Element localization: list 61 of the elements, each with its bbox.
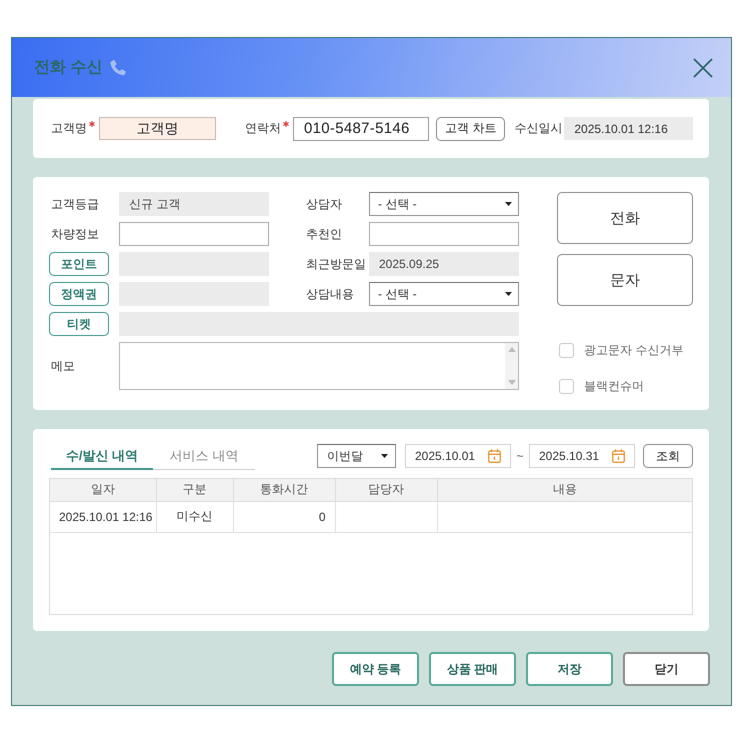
select-field[interactable]: - 선택 - bbox=[369, 192, 519, 216]
text-field[interactable] bbox=[119, 222, 269, 246]
action-button[interactable]: 문자 bbox=[557, 254, 693, 306]
customer-chart-button[interactable]: 고객 차트 bbox=[436, 116, 506, 140]
footer-button[interactable]: 닫기 bbox=[623, 652, 710, 686]
checkbox[interactable] bbox=[559, 343, 574, 358]
scrollbar[interactable] bbox=[505, 343, 518, 389]
tab[interactable]: 서비스 내역 bbox=[153, 444, 255, 470]
memo-field[interactable] bbox=[119, 342, 519, 390]
scroll-up-icon[interactable] bbox=[508, 347, 516, 352]
window-title: 전화 수신 bbox=[34, 58, 102, 78]
field-label: 연락처 bbox=[245, 120, 281, 137]
label-button[interactable]: 정액권 bbox=[49, 282, 109, 306]
field-label: 최근방문일 bbox=[306, 256, 366, 272]
field-label: 고객등급 bbox=[51, 196, 99, 212]
field-label: 상담자 bbox=[306, 196, 342, 212]
readonly-field: 2025.10.01 12:16 bbox=[564, 117, 693, 140]
checkbox-label: 블랙컨슈머 bbox=[584, 378, 644, 395]
footer-button[interactable]: 상품 판매 bbox=[429, 652, 516, 686]
column-header: 구분 bbox=[156, 479, 233, 501]
footer-button[interactable]: 저장 bbox=[526, 652, 613, 686]
date-field[interactable]: 2025.10.31 bbox=[529, 444, 635, 468]
name-field[interactable]: 고객명 bbox=[99, 117, 216, 140]
calendar-icon bbox=[488, 449, 501, 463]
range-separator: ~ bbox=[515, 449, 524, 463]
label-button[interactable]: 포인트 bbox=[49, 252, 109, 276]
table-cell: 0 bbox=[233, 501, 335, 532]
column-header: 담당자 bbox=[335, 479, 437, 501]
caret-icon bbox=[381, 454, 388, 458]
tab[interactable]: 수/발신 내역 bbox=[51, 444, 153, 470]
period-select[interactable]: 이번달 bbox=[317, 444, 396, 468]
field-label: 차량정보 bbox=[51, 226, 99, 242]
close-icon bbox=[693, 58, 713, 78]
search-button[interactable]: 조회 bbox=[643, 444, 693, 468]
footer-button[interactable]: 예약 등록 bbox=[332, 652, 419, 686]
caret-icon bbox=[505, 292, 512, 296]
column-header: 일자 bbox=[50, 479, 156, 501]
checkbox[interactable] bbox=[559, 379, 574, 394]
action-button[interactable]: 전화 bbox=[557, 192, 693, 244]
field-label: 추천인 bbox=[306, 226, 342, 242]
column-header: 내용 bbox=[437, 479, 692, 501]
table-cell: 미수신 bbox=[156, 501, 233, 532]
select-field[interactable]: - 선택 - bbox=[369, 282, 519, 306]
field-label: 수신일시 bbox=[514, 120, 562, 137]
field-label: 상담내용 bbox=[306, 286, 354, 302]
caret-icon bbox=[505, 202, 512, 206]
readonly-field: 2025.09.25 bbox=[369, 252, 519, 276]
label-button[interactable]: 티켓 bbox=[49, 312, 109, 336]
field-label: 메모 bbox=[51, 358, 75, 374]
table-cell: 2025.10.01 12:16 bbox=[50, 501, 156, 532]
column-header: 통화시간 bbox=[233, 479, 335, 501]
phone-icon bbox=[110, 60, 126, 76]
phone-field[interactable]: 010-5487-5146 bbox=[293, 116, 429, 140]
readonly-field: 신규 고객 bbox=[119, 192, 269, 216]
close-button[interactable] bbox=[693, 58, 713, 78]
date-field[interactable]: 2025.10.01 bbox=[405, 444, 511, 468]
scroll-down-icon[interactable] bbox=[508, 380, 516, 385]
checkbox-label: 광고문자 수신거부 bbox=[584, 342, 684, 359]
text-field[interactable] bbox=[369, 222, 519, 246]
calendar-icon bbox=[612, 449, 625, 463]
field-label: 고객명 bbox=[51, 120, 87, 137]
